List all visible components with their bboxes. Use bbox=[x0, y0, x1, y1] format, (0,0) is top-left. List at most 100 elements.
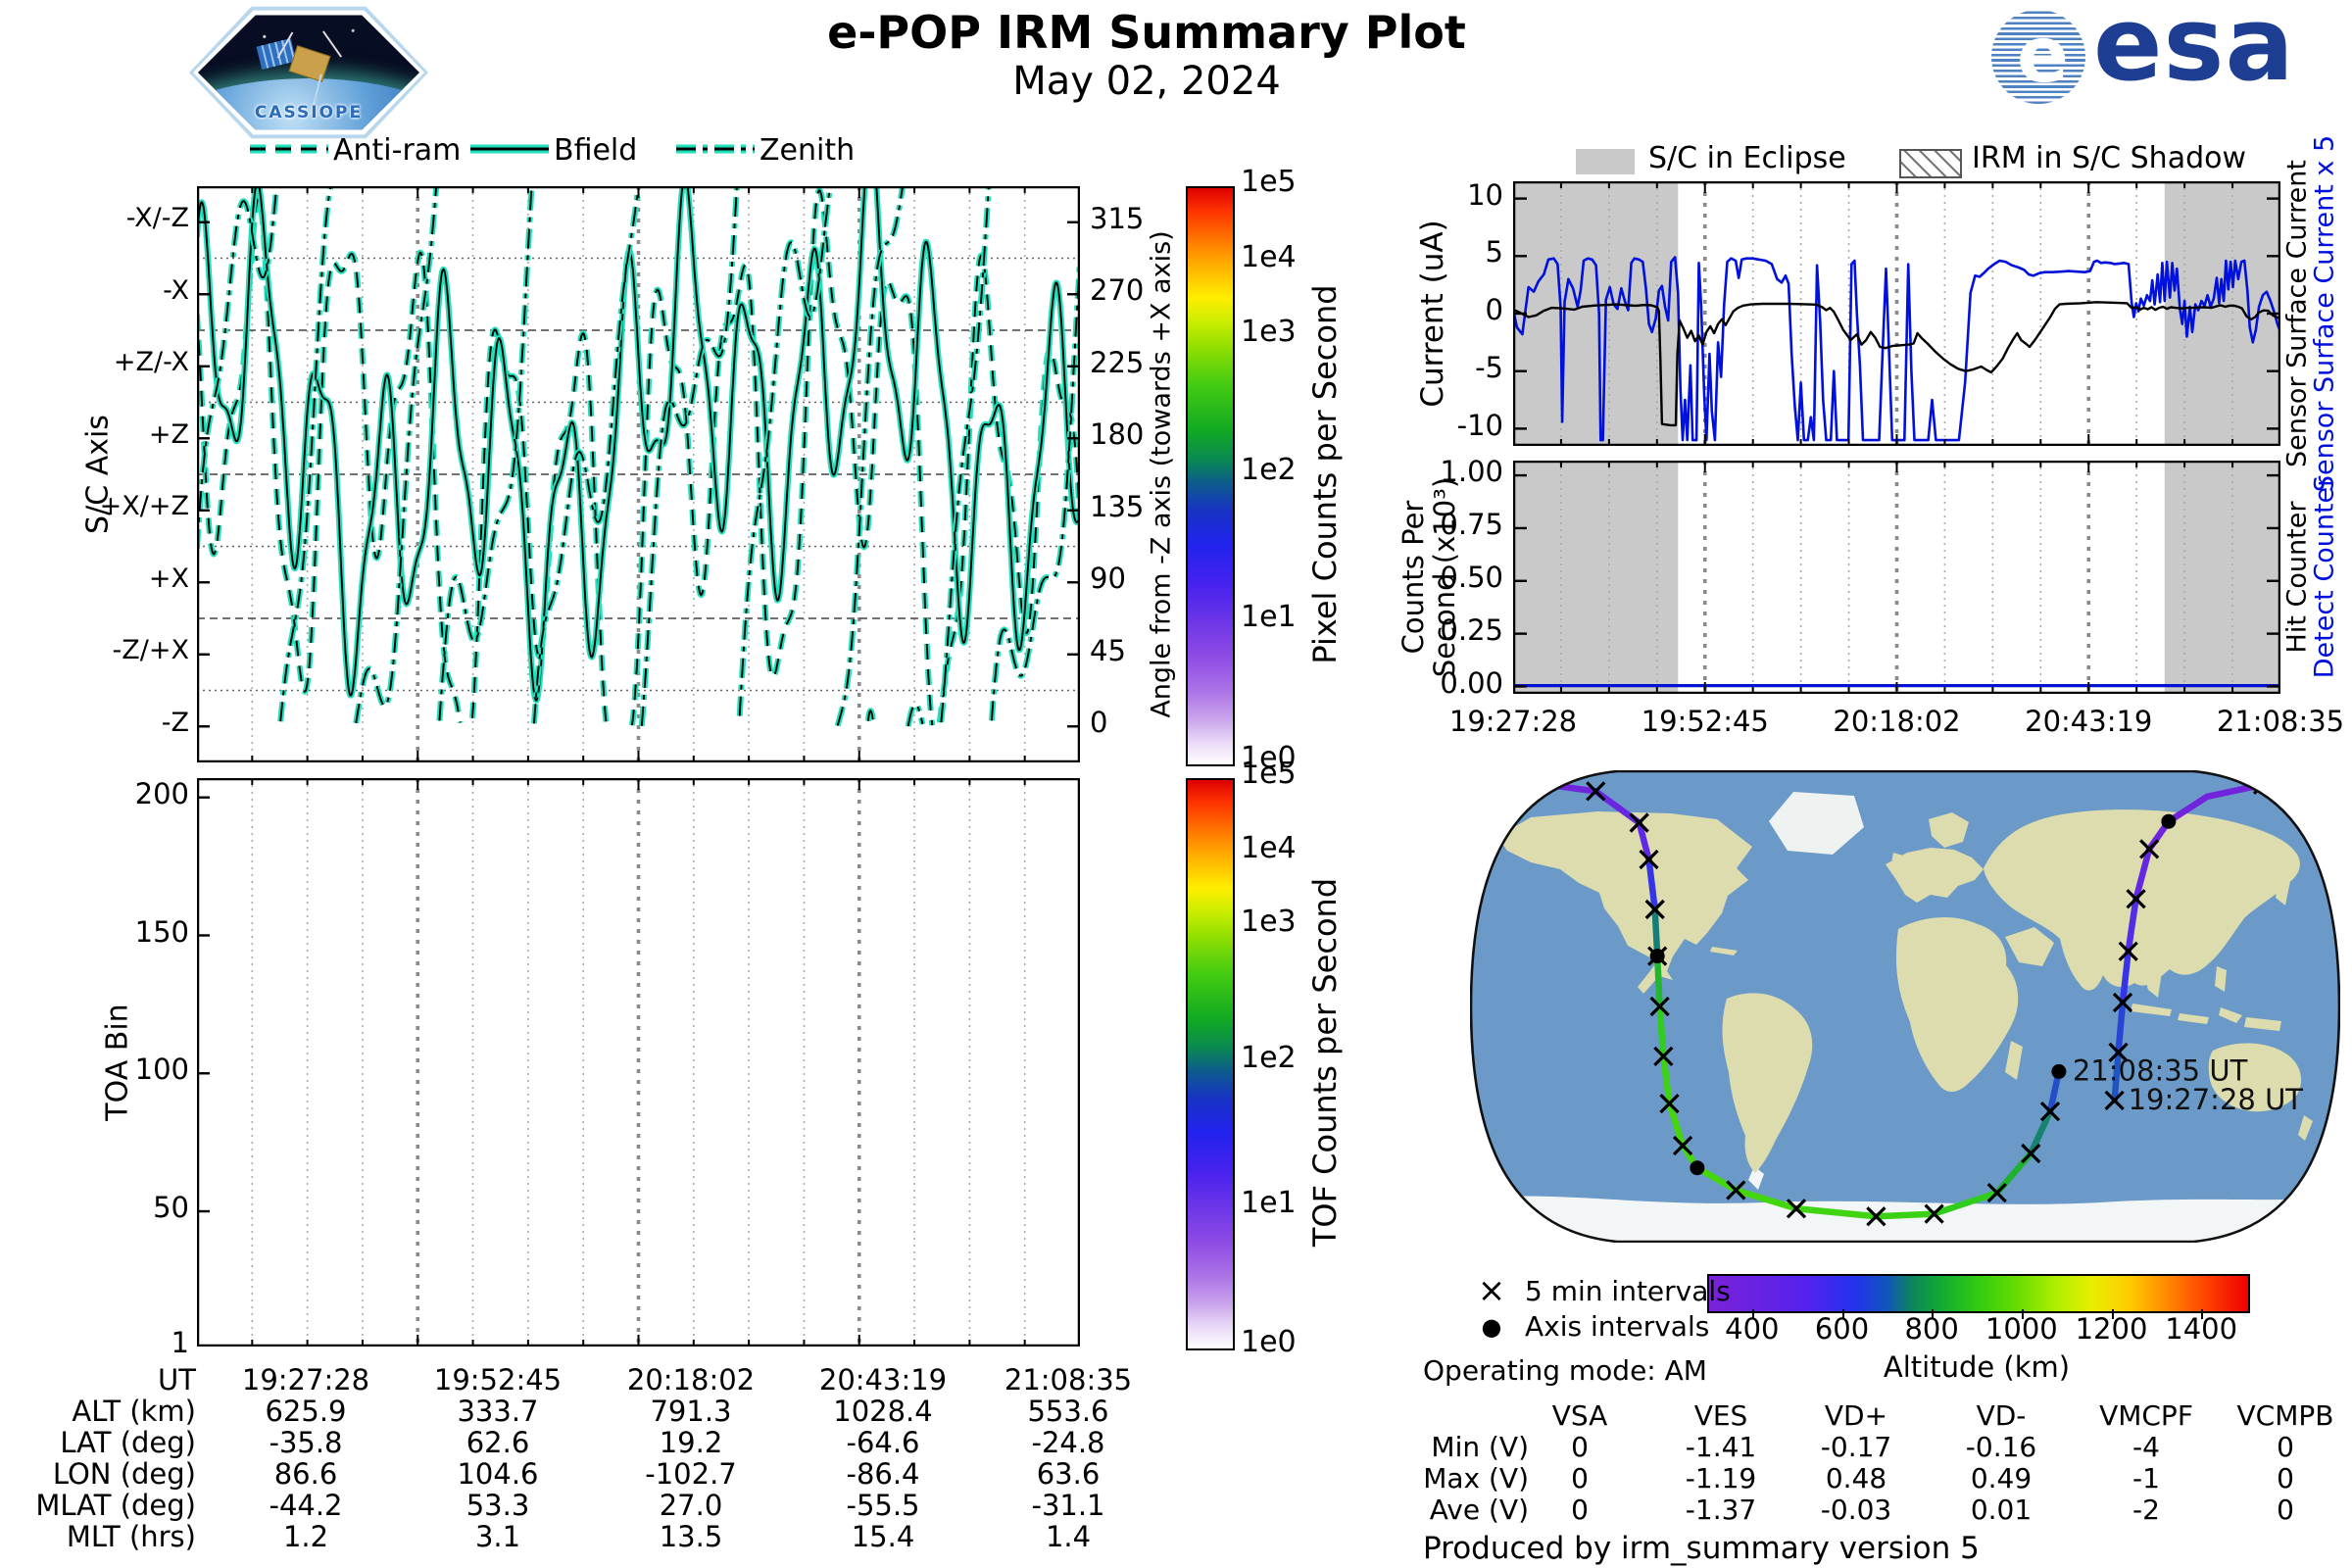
legend-sample-Anti-ram bbox=[250, 144, 328, 154]
ephemeris-row-label-MLAT (deg): MLAT (deg) bbox=[35, 1489, 196, 1523]
voltage-col-VD-: VD- bbox=[1976, 1398, 2027, 1432]
sc-axis-tick-+Z/-X: +Z/-X bbox=[113, 347, 189, 378]
voltage-cell: 0.01 bbox=[1970, 1493, 2033, 1526]
time-tick-2: 20:18:02 bbox=[1833, 705, 1961, 739]
tof-colorbar-title: TOF Counts per Second bbox=[1306, 877, 1344, 1248]
toa-tick-200: 200 bbox=[134, 776, 189, 810]
ephemeris-cell: 15.4 bbox=[851, 1520, 915, 1554]
alt-tick-800: 800 bbox=[1904, 1312, 1959, 1347]
world-map-ground-track: 19:27:28 UT21:08:35 UT bbox=[1470, 770, 2340, 1243]
map-graphic: 19:27:28 UT21:08:35 UT bbox=[1471, 771, 2339, 1242]
footer-version: Produced by irm_summary version 5 bbox=[1423, 1531, 1980, 1566]
toa-tick-100: 100 bbox=[134, 1053, 189, 1087]
cb-pixel-tick-1e3: 1e3 bbox=[1241, 315, 1297, 350]
sensor-surface-current-label: Sensor Surface Current bbox=[2281, 160, 2313, 467]
sc-axis-tick--X: -X bbox=[163, 274, 189, 306]
page-date: May 02, 2024 bbox=[1012, 59, 1281, 104]
sc-axis-tick--Z/+X: -Z/+X bbox=[112, 635, 189, 666]
eclipse-legend-label: S/C in Eclipse bbox=[1648, 141, 1846, 176]
esa-logo-text: esa bbox=[2093, 0, 2295, 104]
ephemeris-cell: 20:18:02 bbox=[626, 1363, 756, 1397]
voltage-cell: -2 bbox=[2132, 1493, 2160, 1526]
ephemeris-cell: 791.3 bbox=[650, 1395, 732, 1429]
sc-axis-chart bbox=[197, 186, 1080, 762]
cb-pixel-tick-1e5: 1e5 bbox=[1241, 165, 1297, 200]
ephemeris-cell: 86.6 bbox=[273, 1457, 338, 1492]
angle-tick-0: 0 bbox=[1090, 706, 1108, 740]
ephemeris-cell: 3.1 bbox=[474, 1520, 521, 1554]
angle-tick-315: 315 bbox=[1090, 201, 1145, 235]
esa-logo-e: e bbox=[2017, 12, 2069, 100]
voltage-row-Max (V): Max (V) bbox=[1423, 1461, 1529, 1494]
ephemeris-cell: -102.7 bbox=[645, 1457, 737, 1492]
ephemeris-cell: -64.6 bbox=[846, 1426, 920, 1460]
ephemeris-cell: 104.6 bbox=[457, 1457, 539, 1492]
cb-tof-tick-1e1: 1e1 bbox=[1241, 1186, 1297, 1221]
voltage-col-VCMPB: VCMPB bbox=[2236, 1398, 2334, 1432]
operating-mode: Operating mode: AM bbox=[1423, 1354, 1707, 1387]
cb-tof-tick-1e5: 1e5 bbox=[1241, 757, 1297, 792]
ephemeris-cell: 1.2 bbox=[282, 1520, 329, 1554]
ephemeris-row-label-UT: UT bbox=[158, 1363, 196, 1397]
angle-tick-270: 270 bbox=[1090, 273, 1145, 308]
legend-label-Zenith: Zenith bbox=[760, 133, 856, 169]
cb-pixel-tick-1e1: 1e1 bbox=[1241, 600, 1297, 635]
voltage-cell: -1 bbox=[2132, 1461, 2160, 1494]
sc-axis-tick-+X/+Z: +X/+Z bbox=[99, 491, 189, 522]
voltage-cell: 0.49 bbox=[1970, 1461, 2033, 1494]
map-annotation-21:08:35 UT: 21:08:35 UT bbox=[2073, 1054, 2248, 1087]
legend-label-Anti-ram: Anti-ram bbox=[333, 133, 462, 169]
sc-axis-tick--Z: -Z bbox=[161, 707, 189, 738]
alt-tick-1000: 1000 bbox=[1984, 1312, 2058, 1347]
cb-tof-tick-1e2: 1e2 bbox=[1241, 1041, 1297, 1076]
legend-sample-Zenith bbox=[676, 144, 755, 154]
toa-tick-150: 150 bbox=[134, 914, 189, 949]
cb-tof-tick-1e0: 1e0 bbox=[1241, 1325, 1297, 1360]
ephemeris-cell: 625.9 bbox=[265, 1395, 347, 1429]
alt-tick-1200: 1200 bbox=[2075, 1312, 2148, 1347]
toa-bin-chart bbox=[197, 778, 1080, 1347]
ephemeris-cell: 13.5 bbox=[659, 1520, 723, 1554]
page-title: e-POP IRM Summary Plot bbox=[827, 6, 1466, 59]
counter-chart bbox=[1513, 461, 2280, 694]
legend-label-Bfield: Bfield bbox=[554, 133, 638, 169]
time-tick-3: 20:43:19 bbox=[2025, 705, 2153, 739]
ephemeris-row-label-LON (deg): LON (deg) bbox=[52, 1457, 196, 1492]
voltage-cell: 0.48 bbox=[1825, 1461, 1887, 1494]
cassiope-label: CASSIOPE bbox=[254, 103, 364, 122]
x-marker-icon: × bbox=[1477, 1270, 1506, 1310]
sensor-current-chart bbox=[1513, 181, 2280, 446]
voltage-row-Ave (V): Ave (V) bbox=[1429, 1493, 1529, 1526]
epop-irm-summary-plot: CASSIOPE e-POP IRM Summary Plot May 02, … bbox=[0, 0, 2352, 1568]
curChart-ytick--5: -5 bbox=[1475, 350, 1503, 384]
shadow-swatch bbox=[1899, 149, 1962, 178]
dot-marker-icon: ● bbox=[1481, 1312, 1502, 1341]
voltage-col-VMCPF: VMCPF bbox=[2099, 1398, 2193, 1432]
altitude-colorbar-title: Altitude (km) bbox=[1883, 1350, 2071, 1384]
counts-ylabel-line2: Second (x10³) bbox=[1428, 476, 1461, 678]
angle-axis-label: Angle from -Z axis (towards +X axis) bbox=[1146, 230, 1177, 718]
eclipse-swatch bbox=[1576, 149, 1635, 174]
voltage-cell: 0 bbox=[2277, 1493, 2294, 1526]
counts-ylabel-line1: Counts Per bbox=[1396, 500, 1430, 655]
sc-axis-tick-+X: +X bbox=[148, 563, 189, 594]
legend-sample-Bfield bbox=[470, 144, 549, 154]
five-min-intervals-label: 5 min intervals bbox=[1525, 1274, 1731, 1307]
voltage-col-VD+: VD+ bbox=[1824, 1398, 1888, 1432]
ephemeris-cell: 1.4 bbox=[1045, 1520, 1092, 1554]
cb-pixel-tick-1e2: 1e2 bbox=[1241, 453, 1297, 488]
satellite-icon bbox=[288, 45, 331, 82]
ephemeris-cell: 333.7 bbox=[457, 1395, 539, 1429]
cassiope-mission-patch: CASSIOPE bbox=[189, 6, 428, 139]
time-tick-4: 21:08:35 bbox=[2216, 705, 2345, 739]
ephemeris-cell: 20:43:19 bbox=[818, 1363, 948, 1397]
time-tick-1: 19:52:45 bbox=[1641, 705, 1769, 739]
voltage-cell: 0 bbox=[1571, 1430, 1589, 1463]
ephemeris-row-label-ALT (km): ALT (km) bbox=[72, 1395, 196, 1429]
cb-pixel-tick-1e4: 1e4 bbox=[1241, 239, 1297, 274]
ephemeris-cell: 27.0 bbox=[659, 1489, 723, 1523]
esa-logo-globe: e bbox=[1991, 10, 2085, 104]
axis-intervals-label: Axis intervals bbox=[1525, 1309, 1710, 1343]
voltage-cell: 0 bbox=[1571, 1493, 1589, 1526]
angle-tick-180: 180 bbox=[1090, 417, 1145, 452]
